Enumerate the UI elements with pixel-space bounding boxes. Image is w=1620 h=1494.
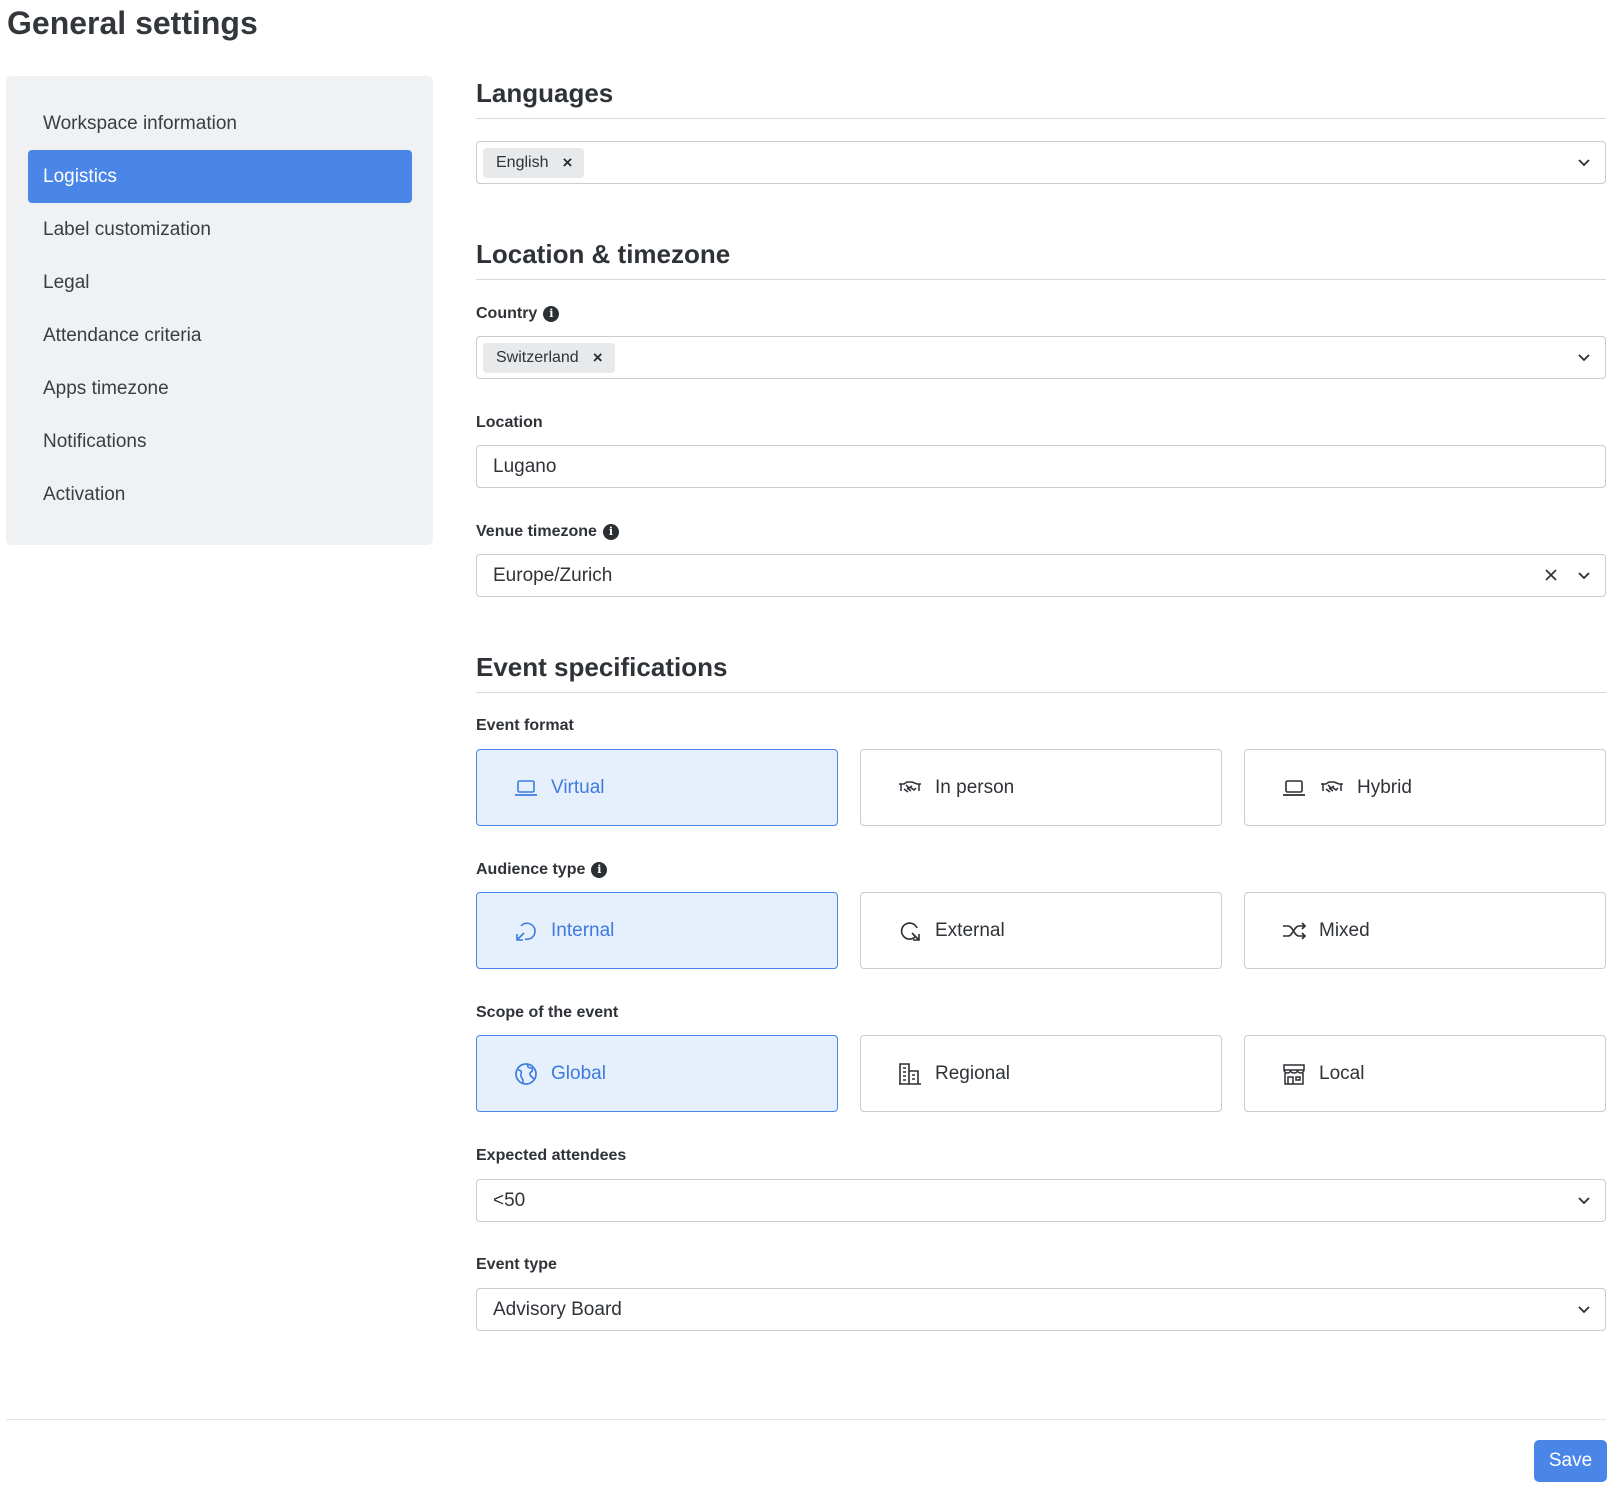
audience-type-mixed[interactable]: Mixed xyxy=(1244,892,1606,969)
venue-timezone-value: Europe/Zurich xyxy=(493,564,613,586)
arrow-out-circle-icon xyxy=(900,921,920,941)
arrow-in-circle-icon xyxy=(516,921,536,941)
section-title-event-specifications: Event specifications xyxy=(476,652,728,682)
country-label: Country i xyxy=(476,304,560,324)
sidebar-item-label: Attendance criteria xyxy=(43,324,202,346)
chevron-down-icon[interactable] xyxy=(1577,568,1591,582)
languages-select[interactable]: English × xyxy=(476,141,1606,184)
event-format-in-person[interactable]: In person xyxy=(860,749,1222,826)
scope-local[interactable]: Local xyxy=(1244,1035,1606,1112)
audience-type-label-text: Audience type xyxy=(476,861,586,878)
laptop-icon xyxy=(515,779,537,796)
chevron-down-icon[interactable] xyxy=(1577,155,1591,169)
sidebar-item-label: Logistics xyxy=(43,165,117,187)
option-label: Mixed xyxy=(1319,919,1370,941)
event-type-select[interactable]: Advisory Board xyxy=(476,1288,1606,1331)
section-title-languages: Languages xyxy=(476,78,614,108)
section-divider xyxy=(476,692,1606,693)
save-button[interactable]: Save xyxy=(1534,1440,1607,1482)
sidebar-item-activation[interactable]: Activation xyxy=(28,468,412,521)
option-label: Regional xyxy=(935,1062,1010,1084)
expected-attendees-label: Expected attendees xyxy=(476,1147,627,1164)
event-type-value: Advisory Board xyxy=(493,1298,622,1320)
info-icon[interactable]: i xyxy=(602,524,619,540)
sidebar-item-logistics[interactable]: Logistics xyxy=(28,150,412,203)
section-divider xyxy=(476,279,1606,280)
option-label: External xyxy=(935,919,1005,941)
globe-icon xyxy=(515,1062,537,1085)
sidebar-item-workspace-information[interactable]: Workspace information xyxy=(28,97,412,150)
chevron-down-icon[interactable] xyxy=(1577,1193,1591,1207)
info-icon[interactable]: i xyxy=(543,306,560,322)
chip-label: Switzerland xyxy=(496,348,579,366)
hybrid-icons xyxy=(1281,775,1345,801)
buildings-icon xyxy=(899,1062,921,1085)
audience-type-options: Internal External Mixed xyxy=(476,892,1606,969)
option-label: Internal xyxy=(551,919,615,941)
page-title: General settings xyxy=(7,5,258,41)
option-label: In person xyxy=(935,776,1015,798)
location-label: Location xyxy=(476,414,543,431)
option-label: Local xyxy=(1319,1062,1365,1084)
handshake-icon xyxy=(899,780,921,793)
remove-chip-icon[interactable]: × xyxy=(593,349,603,366)
chevron-down-icon[interactable] xyxy=(1577,1302,1591,1316)
event-format-label: Event format xyxy=(476,717,574,734)
sidebar-item-label: Apps timezone xyxy=(43,377,169,399)
language-chip: English × xyxy=(483,147,585,178)
event-format-options: Virtual In person Hybrid xyxy=(476,749,1606,826)
audience-type-internal[interactable]: Internal xyxy=(476,892,838,969)
footer-divider xyxy=(6,1419,1606,1420)
sidebar-item-legal[interactable]: Legal xyxy=(28,256,412,309)
storefront-icon xyxy=(1283,1063,1305,1085)
option-label: Virtual xyxy=(551,776,605,798)
country-select[interactable]: Switzerland × xyxy=(476,336,1606,379)
scope-label: Scope of the event xyxy=(476,1004,619,1021)
audience-type-external[interactable]: External xyxy=(860,892,1222,969)
sidebar-item-attendance-criteria[interactable]: Attendance criteria xyxy=(28,309,412,362)
sidebar-item-label-customization[interactable]: Label customization xyxy=(28,203,412,256)
chip-label: English xyxy=(496,153,549,171)
expected-attendees-value: <50 xyxy=(493,1189,526,1211)
country-label-text: Country xyxy=(476,305,538,322)
event-format-hybrid[interactable]: Hybrid xyxy=(1244,749,1606,826)
section-divider xyxy=(476,118,1606,119)
option-label: Hybrid xyxy=(1357,776,1412,798)
scope-global[interactable]: Global xyxy=(476,1035,838,1112)
sidebar-item-label: Label customization xyxy=(43,218,211,240)
chevron-down-icon[interactable] xyxy=(1577,350,1591,364)
audience-type-label: Audience type i xyxy=(476,860,608,880)
sidebar-item-apps-timezone[interactable]: Apps timezone xyxy=(28,362,412,415)
handshake-icon xyxy=(1321,780,1343,793)
location-input[interactable] xyxy=(476,445,1606,488)
scope-options: Global Regional Local xyxy=(476,1035,1606,1112)
sidebar-item-label: Workspace information xyxy=(43,112,237,134)
option-label: Global xyxy=(551,1062,606,1084)
laptop-icon xyxy=(1283,779,1305,796)
event-format-virtual[interactable]: Virtual xyxy=(476,749,838,826)
scope-regional[interactable]: Regional xyxy=(860,1035,1222,1112)
info-icon[interactable]: i xyxy=(591,862,608,878)
venue-timezone-select[interactable]: Europe/Zurich xyxy=(476,554,1606,597)
sidebar-item-notifications[interactable]: Notifications xyxy=(28,415,412,468)
section-title-location-timezone: Location & timezone xyxy=(476,239,731,269)
expected-attendees-select[interactable]: <50 xyxy=(476,1179,1606,1222)
venue-timezone-label-text: Venue timezone xyxy=(476,523,597,540)
clear-icon[interactable] xyxy=(1543,567,1559,583)
sidebar-item-label: Activation xyxy=(43,483,126,505)
country-chip: Switzerland × xyxy=(483,342,615,373)
event-type-label: Event type xyxy=(476,1256,557,1273)
sidebar-item-label: Legal xyxy=(43,271,90,293)
shuffle-icon xyxy=(1283,921,1307,940)
venue-timezone-label: Venue timezone i xyxy=(476,522,619,542)
remove-chip-icon[interactable]: × xyxy=(562,154,572,171)
sidebar-item-label: Notifications xyxy=(43,430,147,452)
settings-sidebar: Workspace information Logistics Label cu… xyxy=(6,76,433,545)
